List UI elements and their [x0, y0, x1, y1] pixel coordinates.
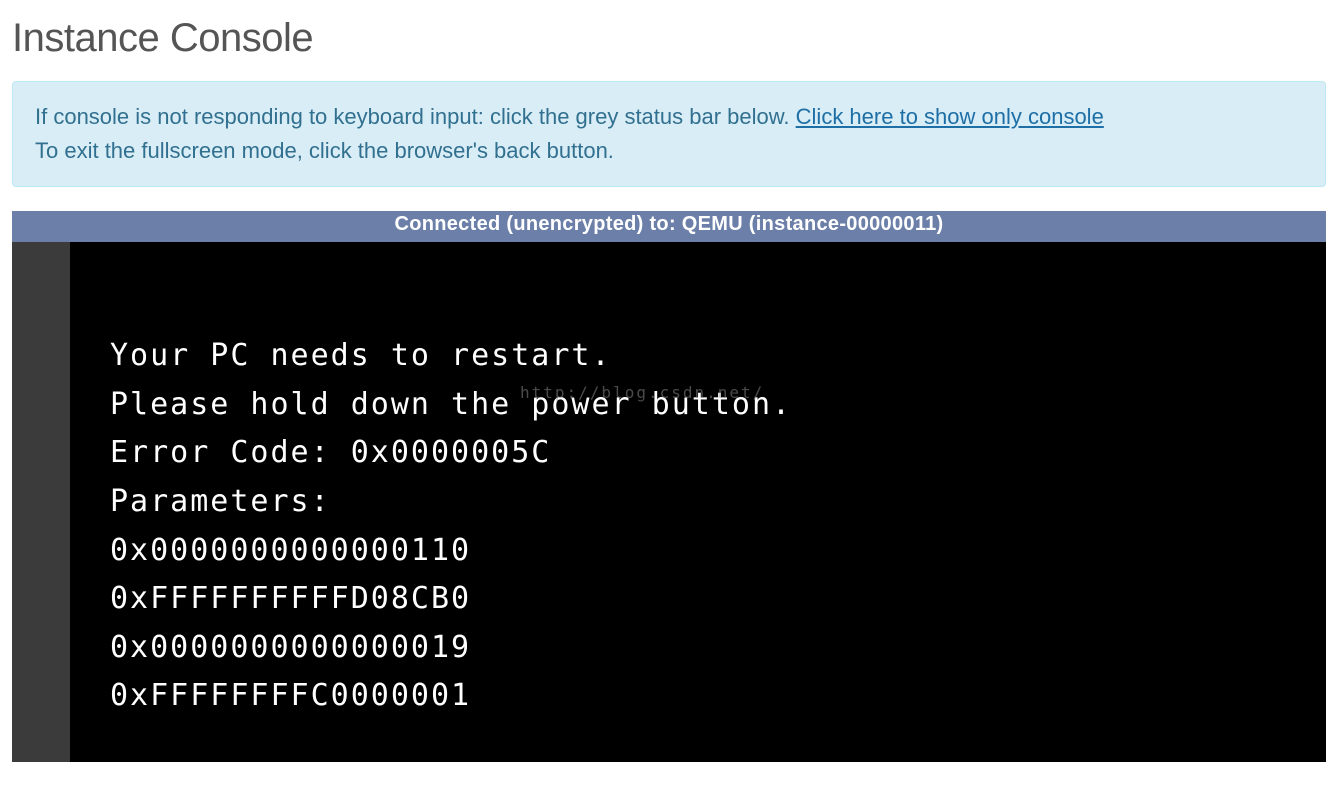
info-alert: If console is not responding to keyboard…	[12, 81, 1326, 187]
console-line: Parameters:	[110, 478, 1286, 527]
console-line: 0xFFFFFFFFC0000001	[110, 672, 1286, 721]
console-line: Your PC needs to restart.	[110, 332, 1286, 381]
console-line: 0x0000000000000110	[110, 527, 1286, 576]
console-line: Error Code: 0x0000005C	[110, 429, 1286, 478]
console-frame: http://blog.csdn.net/ Your PC needs to r…	[12, 242, 1326, 762]
console-container: Connected (unencrypted) to: QEMU (instan…	[12, 211, 1326, 762]
console-line: 0x0000000000000019	[110, 624, 1286, 673]
page-title: Instance Console	[0, 0, 1338, 81]
alert-text-pre: If console is not responding to keyboard…	[35, 104, 796, 129]
watermark-text: http://blog.csdn.net/	[520, 380, 764, 406]
show-only-console-link[interactable]: Click here to show only console	[796, 104, 1104, 129]
alert-text-line2: To exit the fullscreen mode, click the b…	[35, 138, 614, 163]
console-screen[interactable]: http://blog.csdn.net/ Your PC needs to r…	[70, 242, 1326, 762]
console-line: 0xFFFFFFFFFFD08CB0	[110, 575, 1286, 624]
console-status-bar[interactable]: Connected (unencrypted) to: QEMU (instan…	[12, 211, 1326, 242]
